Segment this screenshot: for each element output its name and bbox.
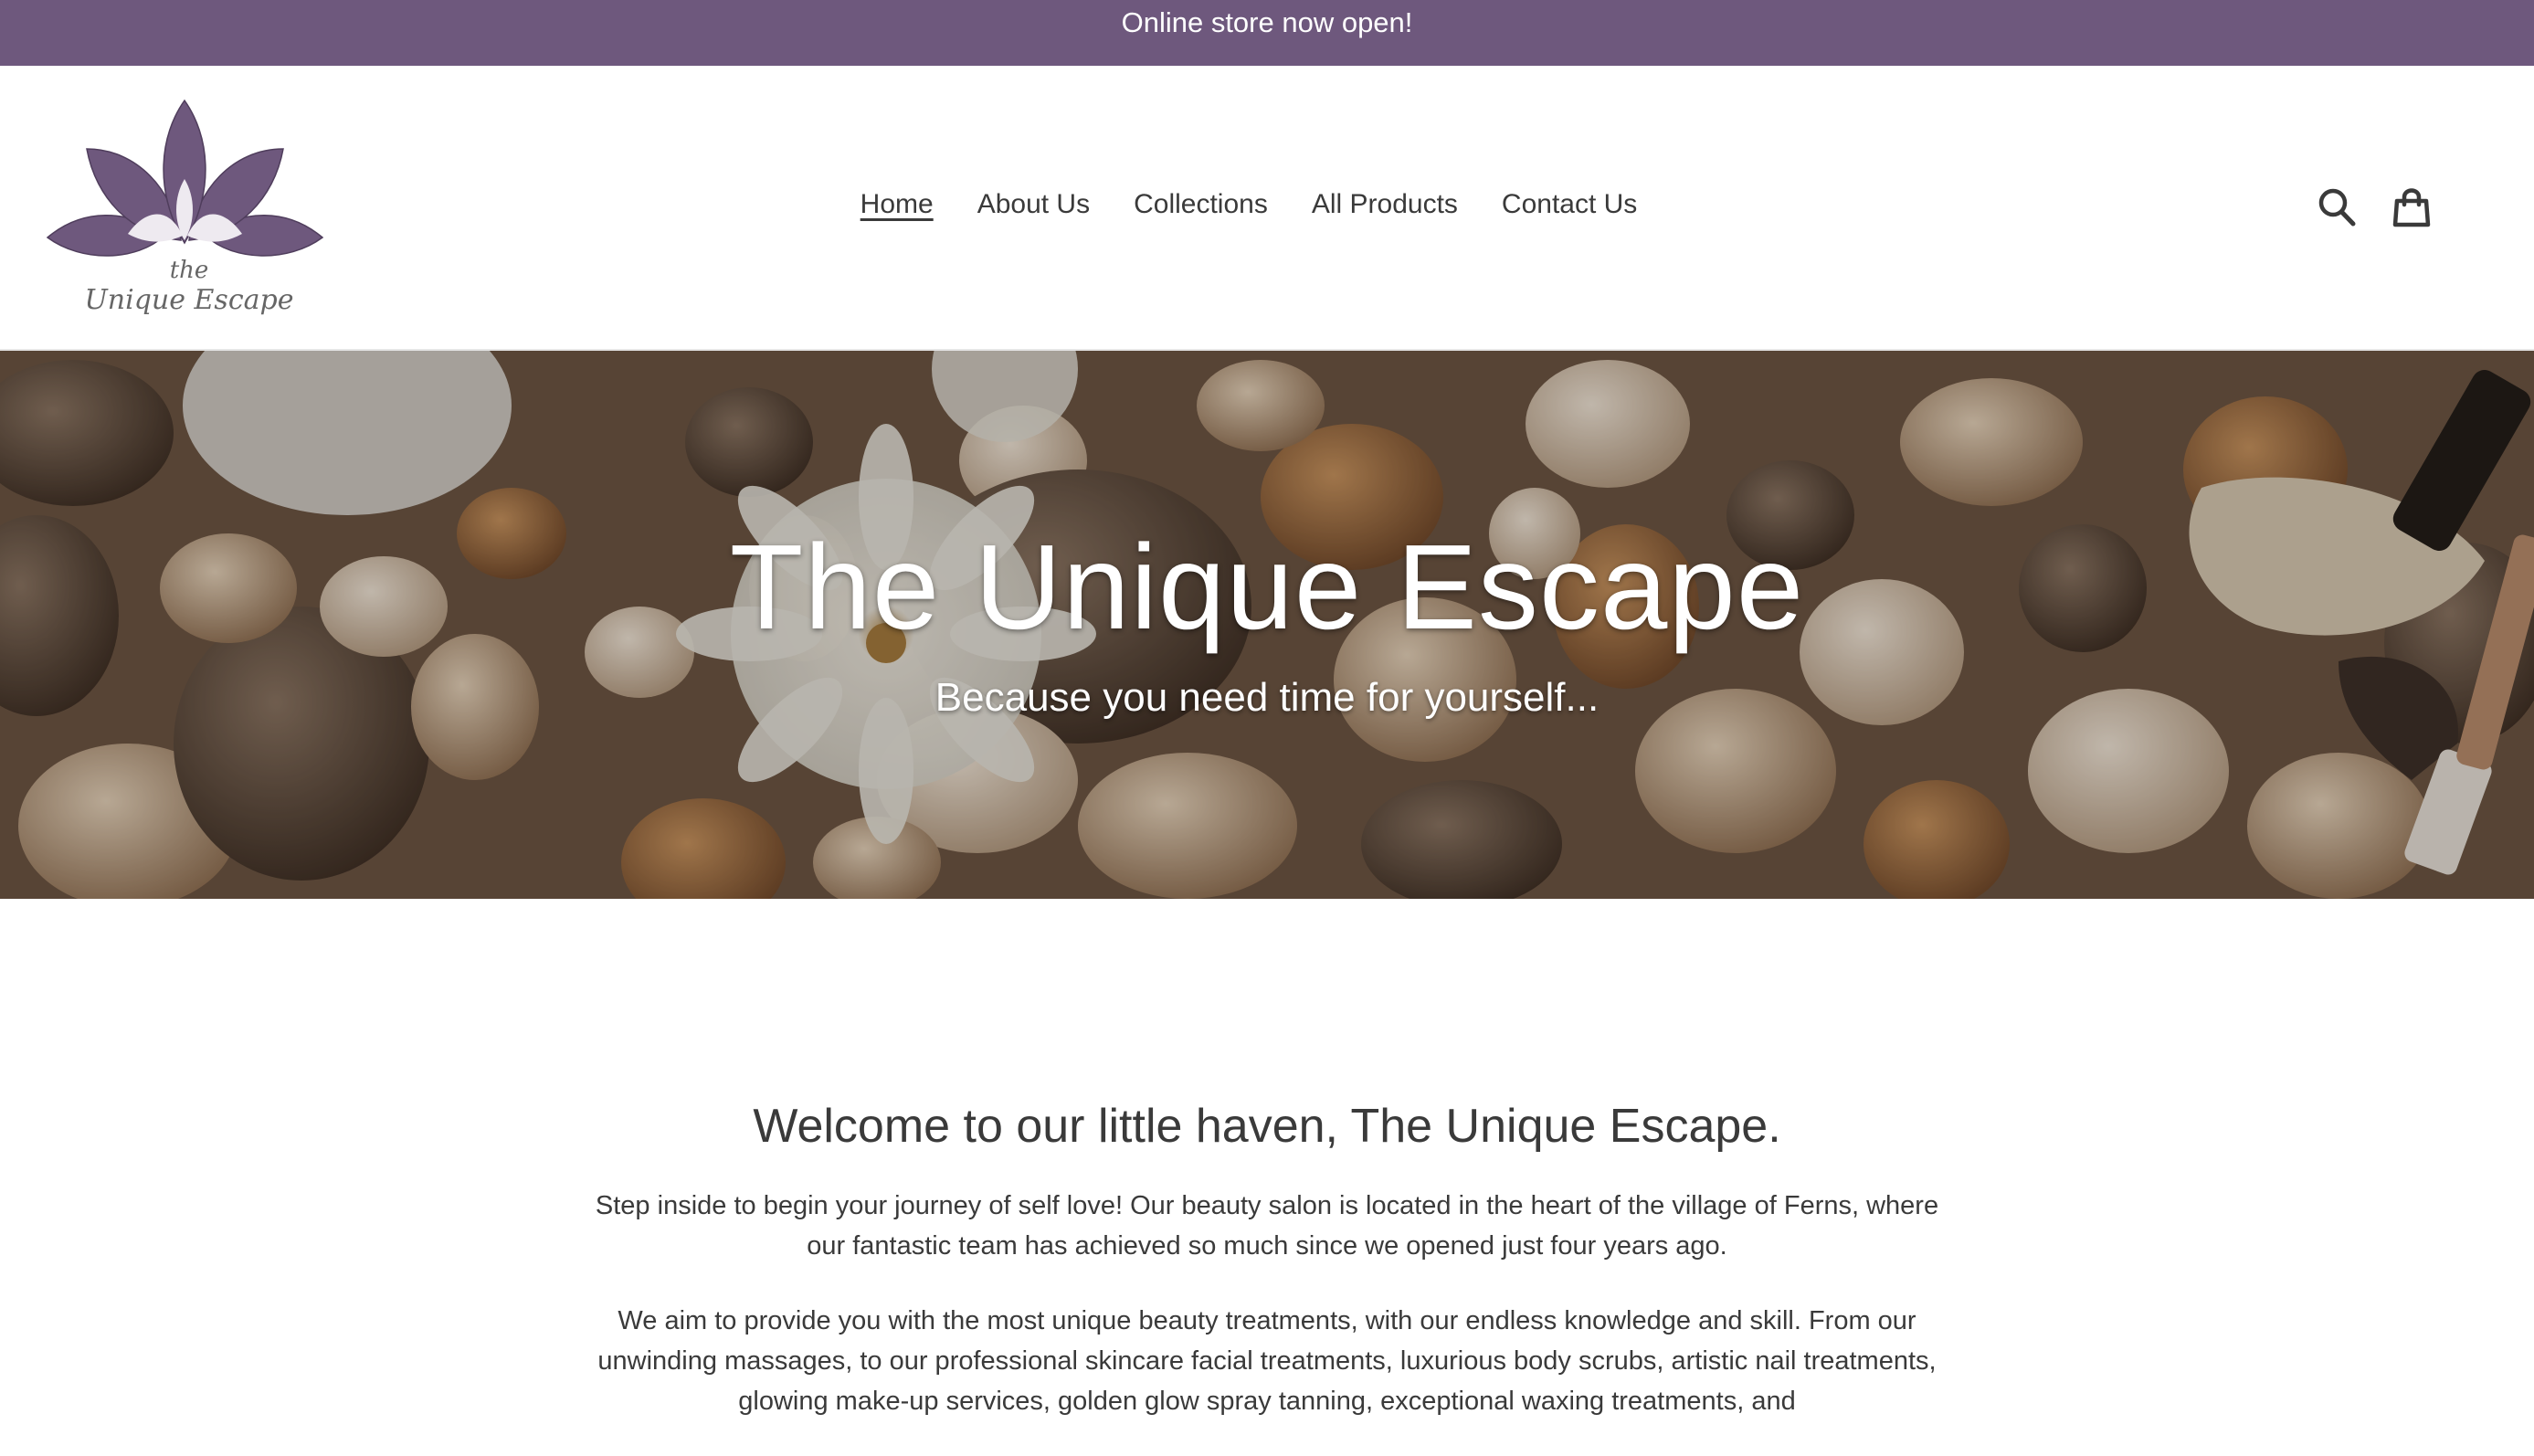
announcement-bar: Online store now open!: [0, 0, 2534, 66]
cart-button[interactable]: [2391, 186, 2432, 228]
hero-title: The Unique Escape: [729, 520, 1805, 654]
nav-all-products[interactable]: All Products: [1312, 186, 1458, 223]
search-icon: [2318, 188, 2356, 227]
main-navigation: Home About Us Collections All Products C…: [0, 186, 2534, 223]
hero-subtitle: Because you need time for yourself...: [934, 675, 1600, 720]
welcome-paragraph: We aim to provide you with the most uniq…: [597, 1306, 1937, 1416]
hero-banner: The Unique Escape Because you need time …: [0, 351, 2534, 899]
welcome-heading: Welcome to our little haven, The Unique …: [753, 1100, 1781, 1153]
svg-text:Unique Escape: Unique Escape: [85, 284, 294, 316]
nav-about-us[interactable]: About Us: [977, 186, 1090, 223]
site-header: the Unique Escape Home About Us Collecti…: [0, 66, 2534, 351]
nav-contact-us[interactable]: Contact Us: [1502, 186, 1637, 223]
nav-home[interactable]: Home: [861, 186, 934, 223]
header-icons: [2317, 186, 2432, 228]
svg-text:the: the: [170, 257, 209, 284]
cart-icon: [2392, 188, 2431, 227]
announcement-text: Online store now open!: [1121, 6, 1413, 38]
search-button[interactable]: [2317, 186, 2357, 228]
nav-collections[interactable]: Collections: [1134, 186, 1268, 223]
welcome-section: Welcome to our little haven, The Unique …: [585, 1087, 1949, 1456]
welcome-paragraph: Step inside to begin your journey of sel…: [595, 1191, 1939, 1261]
